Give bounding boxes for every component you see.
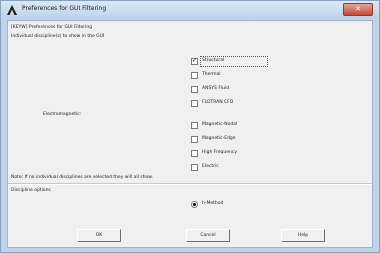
- checkbox-thermal[interactable]: [191, 72, 198, 79]
- checkbox-label-magnetic-edge: Magnetic-Edge: [202, 136, 236, 141]
- checkbox-label-structural: Structural: [202, 58, 225, 63]
- intro-label: Individual discipline(s) to show in the …: [11, 34, 105, 39]
- electromagnetic-label: Electromagnetic:: [43, 112, 82, 117]
- checkbox-magnetic-edge[interactable]: [191, 136, 198, 143]
- radio-label-h-method: h-Method: [202, 201, 224, 206]
- close-button[interactable]: ✕: [343, 3, 373, 16]
- ok-button[interactable]: OK: [77, 229, 121, 242]
- section-divider: [8, 183, 372, 185]
- checkbox-flotran-cfd[interactable]: [191, 100, 198, 107]
- checkbox-label-high-frequency: High Frequency: [202, 150, 238, 155]
- dialog-header: [KEYW] Preferences for GUI Filtering: [11, 25, 93, 30]
- checkbox-label-magnetic-nodal: Magnetic-Nodal: [202, 122, 238, 127]
- checkbox-label-flotran-cfd: FLOTRAN CFD: [202, 100, 234, 105]
- title-bar: Preferences for GUI Filtering ✕: [1, 1, 379, 19]
- checkbox-high-frequency[interactable]: [191, 150, 198, 157]
- cancel-button[interactable]: Cancel: [186, 229, 230, 242]
- window-title: Preferences for GUI Filtering: [22, 5, 107, 12]
- checkbox-ansys-fluid[interactable]: [191, 86, 198, 93]
- discipline-options-label: Discipline options: [11, 188, 51, 193]
- dialog-body: [KEYW] Preferences for GUI Filtering Ind…: [7, 20, 373, 248]
- radio-selected-dot: [193, 203, 196, 206]
- note-text: Note: If no individual disciplines are s…: [11, 175, 153, 180]
- radio-h-method[interactable]: [191, 201, 198, 208]
- checkbox-structural[interactable]: [191, 57, 198, 65]
- checkbox-label-thermal: Thermal: [202, 72, 221, 77]
- checkbox-magnetic-nodal[interactable]: [191, 122, 198, 129]
- checkbox-label-electric: Electric: [202, 164, 219, 169]
- close-icon: ✕: [355, 5, 361, 13]
- preferences-window: Preferences for GUI Filtering ✕ [KEYW] P…: [0, 0, 380, 253]
- checkbox-electric[interactable]: [191, 164, 198, 171]
- ansys-logo-icon: [7, 5, 17, 15]
- help-button[interactable]: Help: [281, 229, 325, 242]
- checkbox-label-ansys-fluid: ANSYS Fluid: [202, 86, 230, 91]
